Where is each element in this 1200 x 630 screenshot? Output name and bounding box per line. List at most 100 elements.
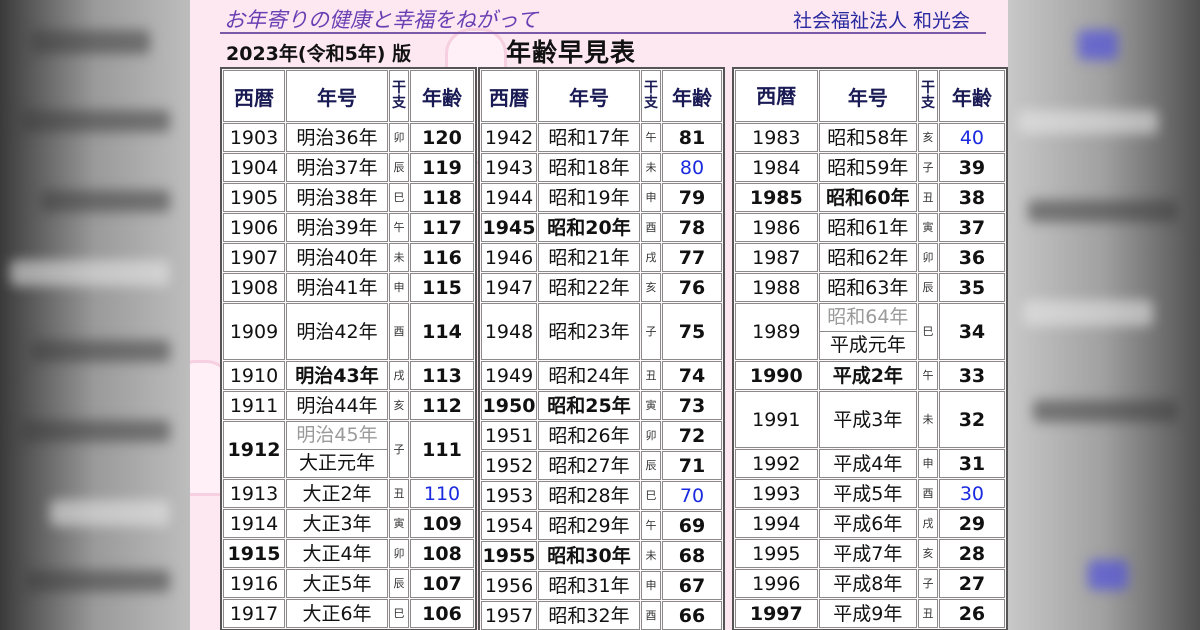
- table-row: 1994 平成6年戌 29: [735, 509, 1005, 538]
- cell-age: 30: [938, 479, 1005, 508]
- age-table-panel-2: 西暦 年号 干支 年齢 1942 昭和17年午 81 1943 昭和18年未 80 1944 昭和19…: [478, 67, 725, 630]
- cell-seireki: 1946: [481, 243, 537, 272]
- cell-age: 108: [410, 539, 474, 568]
- cell-seireki: 1904: [223, 153, 285, 182]
- cell-nengo: 昭和25年: [538, 391, 640, 420]
- cell-eto: 巳: [389, 599, 409, 628]
- cell-eto: 丑: [918, 599, 938, 628]
- table-row: 1986 昭和61年寅 37: [735, 213, 1005, 242]
- cell-nengo: 明治37年: [286, 153, 388, 182]
- cell-seireki: 1994: [735, 509, 818, 538]
- cell-age: 40: [938, 123, 1005, 152]
- cell-nengo: 昭和24年: [538, 361, 640, 390]
- table-row: 1906 明治39年午 117: [223, 213, 474, 242]
- cell-seireki: 1908: [223, 273, 285, 302]
- cell-age: 26: [938, 599, 1005, 628]
- cell-age: 81: [662, 123, 722, 152]
- cell-seireki: 1991: [735, 391, 818, 448]
- cell-eto: 戌: [389, 361, 409, 390]
- cell-age: 112: [410, 391, 474, 420]
- cell-age: 71: [662, 451, 722, 480]
- table-row: 1943 昭和18年未 80: [481, 153, 722, 182]
- cell-age: 76: [662, 273, 722, 302]
- cell-age: 75: [662, 303, 722, 360]
- cell-seireki: 1910: [223, 361, 285, 390]
- cell-seireki: 1988: [735, 273, 818, 302]
- cell-age: 35: [938, 273, 1005, 302]
- table-row: 1989 昭和64年 平成元年巳 34: [735, 303, 1005, 360]
- cell-eto: 酉: [918, 479, 938, 508]
- table-row: 1915 大正4年卯 108: [223, 539, 474, 568]
- cell-seireki: 1943: [481, 153, 537, 182]
- col-header-nengo: 年号: [286, 70, 388, 122]
- cell-seireki: 1955: [481, 541, 537, 570]
- cell-eto: 卯: [389, 539, 409, 568]
- cell-seireki: 1996: [735, 569, 818, 598]
- age-table: 西暦 年号 干支 年齢 1942 昭和17年午 81 1943 昭和18年未 80 1944 昭和19…: [480, 69, 723, 630]
- cell-seireki: 1913: [223, 479, 285, 508]
- cell-age: 110: [410, 479, 474, 508]
- table-row: 1997 平成9年丑 26: [735, 599, 1005, 628]
- cell-eto: 酉: [389, 303, 409, 360]
- cell-eto: 丑: [918, 183, 938, 212]
- table-row: 1953 昭和28年巳 70: [481, 481, 722, 510]
- cell-eto: 未: [641, 541, 661, 570]
- cell-eto: 巳: [389, 183, 409, 212]
- cell-nengo: 明治38年: [286, 183, 388, 212]
- cell-age: 39: [938, 153, 1005, 182]
- cell-eto: 巳: [641, 481, 661, 510]
- cell-age: 118: [410, 183, 474, 212]
- cell-nengo: 明治45年 大正元年: [286, 421, 388, 478]
- cell-nengo: 昭和20年: [538, 213, 640, 242]
- cell-eto: 辰: [918, 273, 938, 302]
- cell-seireki: 1992: [735, 449, 818, 478]
- age-chart-sheet: お年寄りの健康と幸福をねがって 社会福祉法人 和光会 2023年(令和5年) 版…: [190, 0, 1008, 630]
- col-header-age: 年齢: [410, 70, 474, 122]
- table-row: 1951 昭和26年卯 72: [481, 421, 722, 450]
- cell-age: 36: [938, 243, 1005, 272]
- cell-age: 106: [410, 599, 474, 628]
- tagline: お年寄りの健康と幸福をねがって: [224, 8, 538, 32]
- cell-eto: 未: [641, 153, 661, 182]
- cell-nengo: 昭和17年: [538, 123, 640, 152]
- cell-seireki: 1983: [735, 123, 818, 152]
- cell-eto: 亥: [918, 539, 938, 568]
- cell-seireki: 1912: [223, 421, 285, 478]
- cell-eto: 子: [918, 153, 938, 182]
- cell-nengo: 昭和26年: [538, 421, 640, 450]
- table-row: 1949 昭和24年丑 74: [481, 361, 722, 390]
- cell-age: 115: [410, 273, 474, 302]
- table-row: 1904 明治37年辰 119: [223, 153, 474, 182]
- cell-eto: 午: [641, 123, 661, 152]
- cell-age: 32: [938, 391, 1005, 448]
- cell-age: 66: [662, 601, 722, 630]
- table-row: 1952 昭和27年辰 71: [481, 451, 722, 480]
- cell-seireki: 1945: [481, 213, 537, 242]
- table-row: 1983 昭和58年亥 40: [735, 123, 1005, 152]
- cell-seireki: 1944: [481, 183, 537, 212]
- table-row: 1954 昭和29年午 69: [481, 511, 722, 540]
- cell-nengo: 昭和27年: [538, 451, 640, 480]
- cell-nengo: 昭和59年: [818, 153, 918, 182]
- cell-seireki: 1993: [735, 479, 818, 508]
- cell-age: 107: [410, 569, 474, 598]
- cell-eto: 辰: [641, 451, 661, 480]
- cell-nengo-new-era: 大正元年: [298, 452, 375, 474]
- cell-seireki: 1915: [223, 539, 285, 568]
- cell-age: 34: [938, 303, 1005, 360]
- cell-nengo: 昭和62年: [818, 243, 918, 272]
- table-row: 1947 昭和22年亥 76: [481, 273, 722, 302]
- cell-eto: 亥: [918, 123, 938, 152]
- cell-age: 72: [662, 421, 722, 450]
- cell-age: 79: [662, 183, 722, 212]
- cell-eto: 亥: [389, 391, 409, 420]
- cell-age: 38: [938, 183, 1005, 212]
- cell-eto: 寅: [918, 213, 938, 242]
- cell-nengo: 昭和19年: [538, 183, 640, 212]
- cell-age: 69: [662, 511, 722, 540]
- table-row: 1988 昭和63年辰 35: [735, 273, 1005, 302]
- cell-eto: 申: [918, 449, 938, 478]
- cell-age: 29: [938, 509, 1005, 538]
- cell-seireki: 1948: [481, 303, 537, 360]
- table-row: 1995 平成7年亥 28: [735, 539, 1005, 568]
